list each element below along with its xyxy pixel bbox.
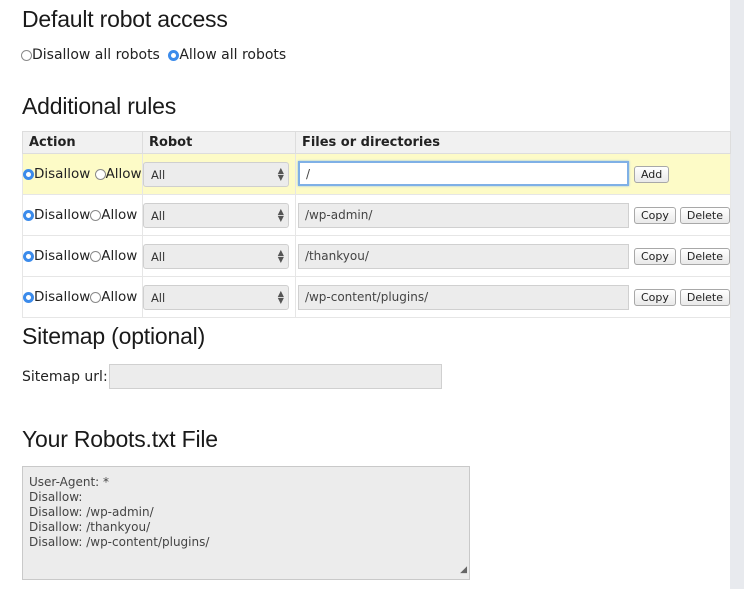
robot-select-value: All	[150, 249, 166, 264]
action-cell: Disallow Allow	[22, 153, 143, 195]
sitemap-url-input[interactable]	[109, 364, 442, 389]
robot-select[interactable]: All ▲ ▼	[142, 202, 289, 228]
robot-column-header: Robot	[141, 131, 296, 154]
path-cell: / Add	[294, 153, 732, 195]
robots-line: Disallow: /wp-admin/	[29, 505, 154, 519]
default-access-options: Disallow all robots Allow all robots	[21, 47, 290, 63]
rules-table: Action Robot Files or directories Disall…	[22, 131, 732, 318]
robot-cell: All ▲ ▼	[141, 153, 296, 195]
rule-row-new: Disallow Allow All ▲ ▼ / Add	[22, 153, 732, 195]
robots-line: Disallow: /wp-content/plugins/	[29, 535, 210, 549]
disallow-label: Disallow	[34, 207, 91, 223]
robots-line: User-Agent: *	[29, 475, 110, 489]
action-cell: Disallow Allow	[22, 235, 143, 277]
allow-label: Allow	[101, 248, 138, 264]
robots-txt-output[interactable]: User-Agent: * Disallow: Disallow: /wp-ad…	[22, 466, 470, 580]
path-input[interactable]: /wp-admin/	[297, 202, 629, 228]
delete-button[interactable]: Delete	[679, 206, 730, 224]
robots-file-heading: Your Robots.txt File	[22, 426, 218, 452]
path-input[interactable]: /	[297, 160, 629, 186]
action-column-header: Action	[22, 131, 143, 154]
robot-select-value: All	[150, 290, 166, 305]
select-arrows-icon: ▲ ▼	[277, 165, 284, 182]
path-cell: /wp-admin/ Copy Delete	[294, 194, 732, 236]
rules-header-row: Action Robot Files or directories	[22, 131, 732, 154]
disallow-radio[interactable]	[23, 210, 34, 221]
allow-all-radio[interactable]	[168, 50, 180, 61]
rule-row: Disallow Allow All ▲ ▼ /thankyou/ Copy Dele…	[22, 235, 732, 277]
disallow-label: Disallow	[34, 289, 91, 305]
robots-line: Disallow:	[29, 490, 83, 504]
copy-button[interactable]: Copy	[633, 247, 676, 265]
disallow-all-label: Disallow all robots	[32, 47, 160, 63]
disallow-all-radio[interactable]	[21, 50, 32, 61]
robot-select[interactable]: All ▲ ▼	[142, 161, 289, 187]
robot-select-value: All	[150, 208, 166, 223]
select-arrows-icon: ▲ ▼	[277, 288, 284, 305]
disallow-radio[interactable]	[23, 292, 34, 303]
path-input[interactable]: /wp-content/plugins/	[297, 284, 629, 310]
allow-label: Allow	[105, 166, 142, 182]
disallow-radio[interactable]	[23, 169, 34, 180]
rule-row: Disallow Allow All ▲ ▼ /wp-content/plugins/…	[22, 276, 732, 318]
sitemap-url-label: Sitemap url:	[22, 369, 108, 385]
select-arrows-icon: ▲ ▼	[277, 247, 284, 264]
action-cell: Disallow Allow	[22, 276, 143, 318]
allow-radio[interactable]	[94, 169, 106, 180]
robots-line: Disallow: /thankyou/	[29, 520, 151, 534]
allow-radio[interactable]	[90, 292, 102, 303]
robot-select[interactable]: All ▲ ▼	[142, 243, 289, 269]
path-cell: /wp-content/plugins/ Copy Delete	[294, 276, 732, 318]
sitemap-heading: Sitemap (optional)	[22, 323, 206, 349]
allow-radio[interactable]	[90, 210, 102, 221]
disallow-radio[interactable]	[23, 251, 34, 262]
additional-rules-heading: Additional rules	[22, 93, 177, 119]
default-access-heading: Default robot access	[22, 6, 228, 32]
select-arrows-icon: ▲ ▼	[277, 206, 284, 223]
files-column-header: Files or directories	[294, 131, 732, 154]
disallow-label: Disallow	[34, 166, 91, 182]
delete-button[interactable]: Delete	[679, 247, 730, 265]
delete-button[interactable]: Delete	[679, 288, 730, 306]
allow-label: Allow	[101, 289, 138, 305]
resize-handle-icon[interactable]: ◢	[460, 563, 467, 578]
path-input[interactable]: /thankyou/	[297, 243, 629, 269]
add-button[interactable]: Add	[633, 165, 670, 183]
allow-label: Allow	[101, 207, 138, 223]
allow-radio[interactable]	[90, 251, 102, 262]
copy-button[interactable]: Copy	[633, 288, 676, 306]
robot-select[interactable]: All ▲ ▼	[142, 284, 289, 310]
disallow-label: Disallow	[34, 248, 91, 264]
path-cell: /thankyou/ Copy Delete	[294, 235, 732, 277]
robot-cell: All ▲ ▼	[141, 276, 296, 318]
action-cell: Disallow Allow	[22, 194, 143, 236]
robot-select-value: All	[150, 167, 166, 182]
rule-row: Disallow Allow All ▲ ▼ /wp-admin/ Copy Dele…	[22, 194, 732, 236]
allow-all-label: Allow all robots	[179, 47, 287, 63]
page-scroll-area	[730, 0, 744, 589]
copy-button[interactable]: Copy	[633, 206, 676, 224]
robot-cell: All ▲ ▼	[141, 235, 296, 277]
robot-cell: All ▲ ▼	[141, 194, 296, 236]
